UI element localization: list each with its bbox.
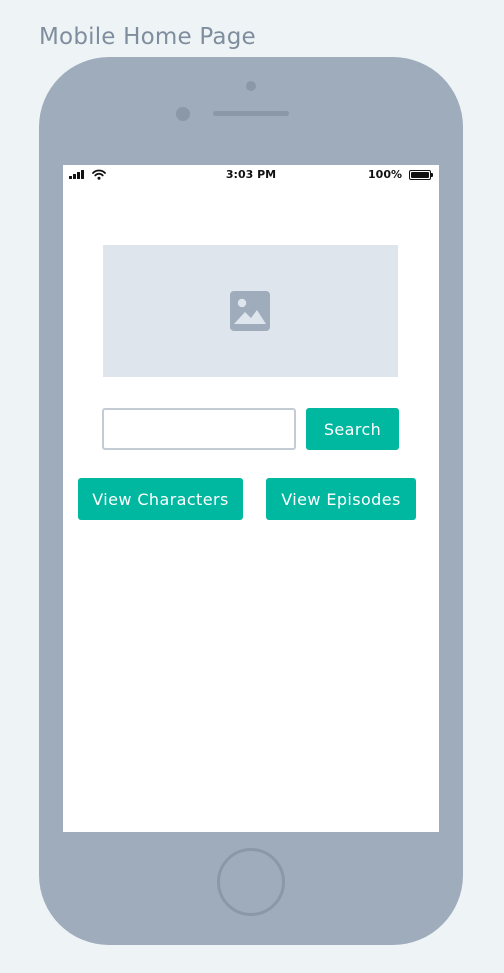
view-episodes-button[interactable]: View Episodes (266, 478, 416, 520)
earpiece-speaker (213, 111, 289, 116)
view-characters-button[interactable]: View Characters (78, 478, 243, 520)
side-camera (176, 107, 190, 121)
image-icon (230, 291, 270, 331)
search-input[interactable] (102, 408, 296, 450)
home-button[interactable] (217, 848, 285, 916)
battery-percent: 100% (368, 168, 402, 181)
phone-screen: 3:03 PM 100% Search View Characters View… (63, 165, 439, 832)
battery-icon (409, 170, 433, 180)
front-camera (246, 81, 256, 91)
page-title: Mobile Home Page (39, 24, 256, 50)
status-bar: 3:03 PM 100% (63, 165, 439, 185)
hero-image-placeholder (103, 245, 398, 377)
search-button[interactable]: Search (306, 408, 399, 450)
